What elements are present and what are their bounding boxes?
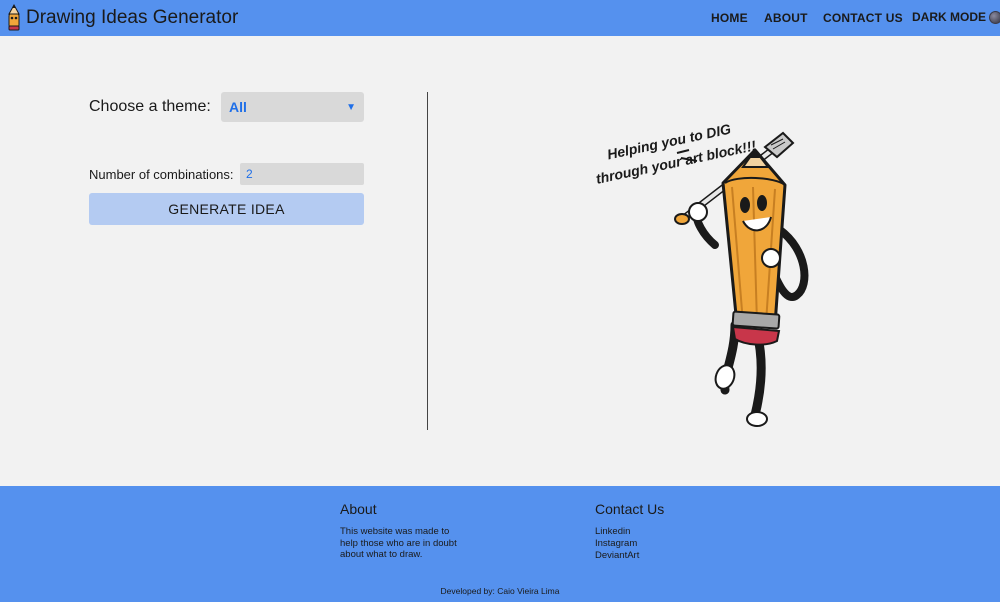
chevron-down-icon: ▼ (346, 101, 356, 113)
footer: About This website was made to help thos… (0, 486, 1000, 602)
nav-contact-link[interactable]: CONTACT US (823, 11, 903, 25)
nav-home-link[interactable]: HOME (711, 11, 748, 25)
footer-credit: Developed by: Caio Vieira Lima (440, 586, 560, 596)
combinations-label: Number of combinations: (89, 167, 234, 182)
moon-icon (989, 10, 1000, 24)
theme-label: Choose a theme: (89, 98, 211, 115)
footer-linkedin-link[interactable]: Linkedin (595, 526, 630, 537)
brand-title: Drawing Ideas Generator (26, 7, 239, 28)
pencil-logo-icon (8, 4, 20, 31)
theme-selected-value: All (229, 99, 247, 115)
footer-deviantart-link[interactable]: DeviantArt (595, 550, 639, 561)
theme-select[interactable]: All ▼ (221, 92, 364, 122)
generate-idea-button[interactable]: GENERATE IDEA (89, 193, 364, 225)
pencil-character-illustration: Helping you to DIG through your art bloc… (594, 121, 809, 427)
top-navbar: Drawing Ideas Generator HOME ABOUT CONTA… (0, 0, 1000, 36)
footer-about-heading: About (340, 501, 377, 517)
dark-mode-label: DARK MODE (912, 10, 986, 24)
dark-mode-toggle[interactable]: DARK MODE (912, 10, 1000, 24)
footer-instagram-link[interactable]: Instagram (595, 538, 637, 549)
pencil-body (721, 148, 787, 346)
footer-contact-heading: Contact Us (595, 501, 665, 517)
nav-about-link[interactable]: ABOUT (764, 11, 808, 25)
combinations-input[interactable] (240, 163, 364, 185)
brand[interactable]: Drawing Ideas Generator (6, 4, 238, 32)
vertical-divider (427, 92, 428, 430)
footer-about-text: This website was made to help those who … (340, 526, 457, 560)
